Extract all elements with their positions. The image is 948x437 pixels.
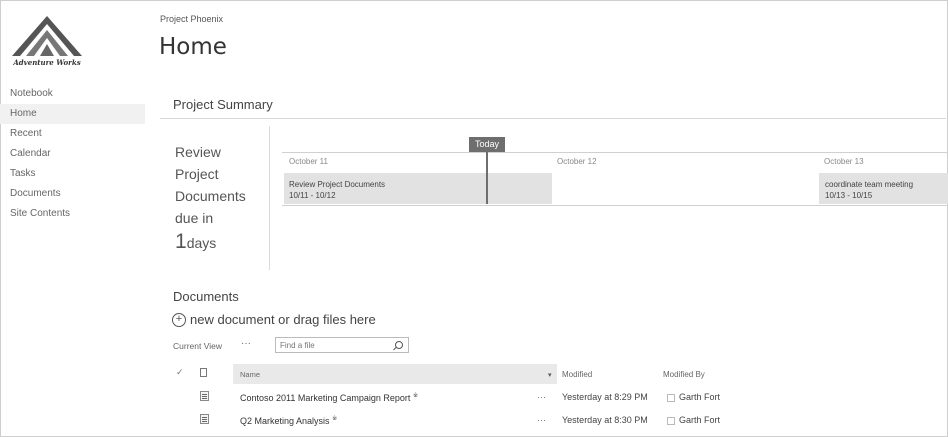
view-options-ellipsis[interactable]: ··· — [241, 338, 251, 349]
timeline-date: October 12 — [557, 157, 597, 166]
site-title-link[interactable]: Project Phoenix — [160, 14, 223, 24]
today-marker-line — [486, 152, 488, 204]
nav-item-tasks[interactable]: Tasks — [0, 164, 145, 184]
due-days-unit: days — [186, 235, 217, 251]
presence-icon — [667, 417, 675, 425]
document-menu-ellipsis[interactable]: ··· — [537, 392, 546, 402]
nav-item-site-contents[interactable]: Site Contents — [0, 204, 145, 224]
select-all-check-icon[interactable]: ✓ — [176, 367, 184, 378]
due-summary: Review Project Documents due in 1days — [175, 141, 267, 254]
document-modified: Yesterday at 8:30 PM — [562, 415, 648, 425]
timeline-task[interactable]: Review Project Documents 10/11 - 10/12 — [289, 179, 385, 201]
nav-item-notebook[interactable]: Notebook — [0, 84, 145, 104]
today-marker-label: Today — [469, 137, 505, 152]
document-menu-ellipsis[interactable]: ··· — [537, 415, 546, 425]
due-text-line: Project — [175, 166, 219, 182]
summary-separator — [269, 126, 270, 270]
excel-document-icon — [200, 414, 209, 424]
find-file-box[interactable] — [275, 337, 409, 353]
timeline-task-name: coordinate team meeting — [825, 180, 914, 189]
document-modified-by[interactable]: Garth Fort — [679, 415, 720, 425]
adventure-works-logo[interactable]: Adventure Works — [10, 14, 84, 72]
search-icon[interactable] — [395, 341, 403, 349]
timeline-task-range: 10/13 - 10/15 — [825, 191, 873, 200]
quick-launch-nav: Notebook Home Recent Calendar Tasks Docu… — [0, 84, 145, 224]
due-text-line: Review — [175, 144, 221, 160]
word-document-icon — [200, 391, 209, 401]
sort-arrow-icon[interactable]: ▾ — [548, 371, 552, 379]
plus-circle-icon: + — [172, 312, 186, 327]
find-file-input[interactable] — [280, 340, 390, 350]
timeline-task[interactable]: coordinate team meeting 10/13 - 10/15 — [825, 179, 913, 201]
new-document-label: new document or drag files here — [190, 312, 376, 327]
due-text-line: due in — [175, 210, 214, 226]
new-item-icon: ※ — [332, 416, 338, 422]
nav-item-documents[interactable]: Documents — [0, 184, 145, 204]
current-view-label[interactable]: Current View — [173, 341, 222, 351]
column-header-name[interactable]: Name — [240, 370, 260, 379]
due-days-number: 1 — [175, 230, 187, 253]
timeline-task-range: 10/11 - 10/12 — [289, 191, 336, 200]
name-column-header-band — [233, 364, 557, 384]
logo-text: Adventure Works — [13, 58, 81, 67]
document-name[interactable]: Q2 Marketing Analysis — [240, 416, 330, 426]
timeline-task-name: Review Project Documents — [289, 180, 386, 189]
page-title: Home — [159, 34, 227, 60]
timeline-date: October 13 — [824, 157, 864, 166]
document-name-link[interactable]: Contoso 2011 Marketing Campaign Report ※ — [240, 392, 418, 403]
logo-mark-icon — [12, 16, 82, 56]
document-type-icon — [200, 368, 207, 377]
due-text-line: Documents — [175, 188, 246, 204]
documents-title[interactable]: Documents — [173, 289, 239, 304]
document-name[interactable]: Contoso 2011 Marketing Campaign Report — [240, 393, 410, 403]
document-modified-by[interactable]: Garth Fort — [679, 392, 720, 402]
due-count: 1days — [175, 231, 267, 254]
timeline-date: October 11 — [289, 157, 328, 166]
new-item-icon: ※ — [412, 393, 418, 399]
summary-divider — [160, 118, 946, 119]
project-summary-title: Project Summary — [173, 97, 273, 112]
nav-item-calendar[interactable]: Calendar — [0, 144, 145, 164]
document-modified: Yesterday at 8:29 PM — [562, 392, 648, 402]
presence-icon — [667, 394, 675, 402]
column-header-modified-by[interactable]: Modified By — [663, 370, 705, 379]
new-document-button[interactable]: + new document or drag files here — [172, 312, 376, 327]
nav-item-recent[interactable]: Recent — [0, 124, 145, 144]
column-header-modified[interactable]: Modified — [562, 370, 592, 379]
document-name-link[interactable]: Q2 Marketing Analysis ※ — [240, 415, 337, 426]
nav-item-home[interactable]: Home — [0, 104, 145, 124]
